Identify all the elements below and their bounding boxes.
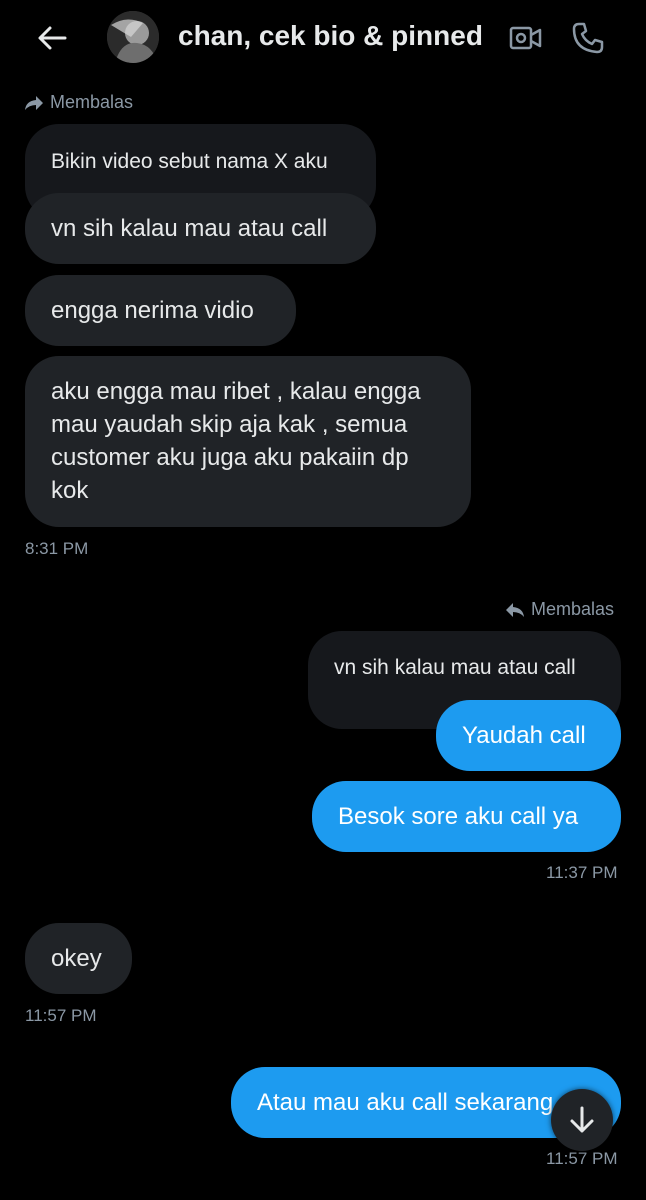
message-timestamp: 11:37 PM <box>546 863 618 882</box>
message-timestamp: 11:57 PM <box>546 1149 618 1168</box>
message-text: Yaudah call <box>462 722 586 749</box>
phone-call-button[interactable] <box>566 16 610 60</box>
quoted-text: Bikin video sebut nama X aku <box>51 150 328 173</box>
reply-label-text: Membalas <box>531 599 615 619</box>
message-text: engga nerima vidio <box>51 297 254 324</box>
back-button[interactable] <box>30 18 74 58</box>
message-text: aku engga mau ribet , kalau engga mau ya… <box>51 378 421 504</box>
avatar[interactable] <box>107 11 159 63</box>
forward-arrow-icon <box>25 95 43 110</box>
message-incoming[interactable]: engga nerima vidio <box>25 275 296 346</box>
conversation-header: chan, cek bio & pinned <box>0 0 646 80</box>
message-outgoing[interactable]: Yaudah call <box>436 700 621 771</box>
message-incoming[interactable]: okey <box>25 923 132 994</box>
reply-label-outgoing: Membalas <box>505 599 614 620</box>
message-text: Besok sore aku call ya <box>338 803 579 830</box>
message-incoming[interactable]: aku engga mau ribet , kalau engga mau ya… <box>25 356 471 527</box>
arrow-left-icon <box>38 26 67 50</box>
message-text: okey <box>51 945 102 972</box>
message-timestamp: 11:57 PM <box>25 1006 97 1025</box>
message-outgoing[interactable]: Besok sore aku call ya <box>312 781 621 852</box>
reply-label-incoming: Membalas <box>24 92 133 113</box>
reply-arrow-icon <box>506 602 524 617</box>
avatar-image <box>107 11 159 63</box>
arrow-down-icon <box>570 1106 594 1133</box>
message-text: Atau mau aku call sekarang <box>257 1089 554 1116</box>
quoted-text: vn sih kalau mau atau call <box>334 656 576 679</box>
message-incoming[interactable]: vn sih kalau mau atau call <box>25 193 376 264</box>
message-timestamp: 8:31 PM <box>25 539 89 558</box>
video-call-icon <box>509 26 542 50</box>
message-text: vn sih kalau mau atau call <box>51 215 328 242</box>
phone-icon <box>572 22 604 54</box>
page-title[interactable]: chan, cek bio & pinned <box>178 20 483 52</box>
reply-label-text: Membalas <box>50 92 134 112</box>
scroll-to-bottom-button[interactable] <box>551 1089 613 1151</box>
video-call-button[interactable] <box>504 16 548 60</box>
